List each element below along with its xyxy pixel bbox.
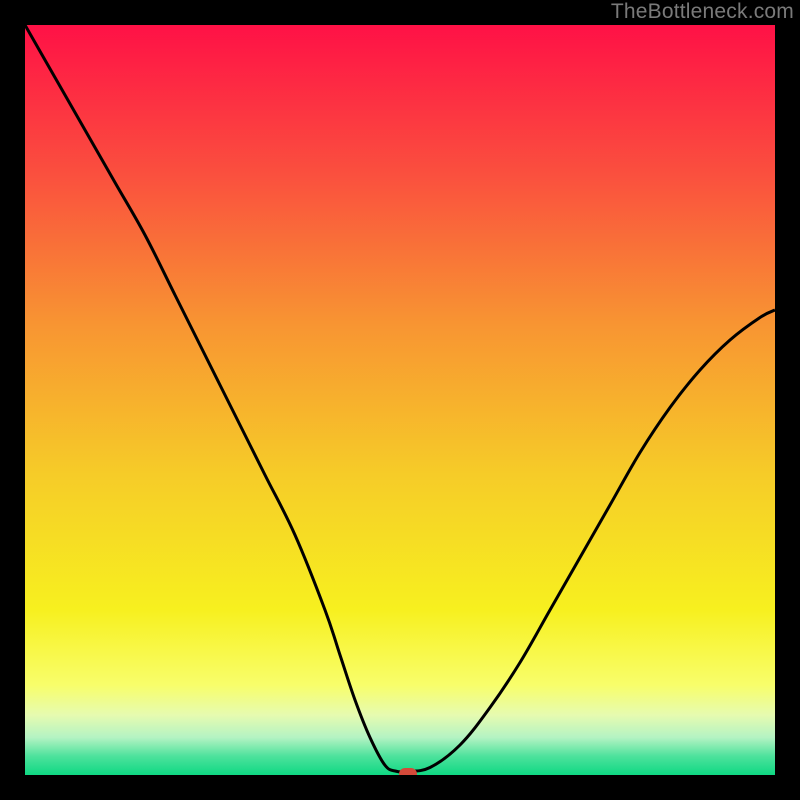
curve-layer	[25, 25, 775, 775]
chart-frame: TheBottleneck.com	[0, 0, 800, 800]
bottleneck-curve	[25, 25, 775, 772]
watermark-text: TheBottleneck.com	[611, 0, 794, 24]
optimal-marker	[399, 768, 417, 776]
plot-area	[25, 25, 775, 775]
